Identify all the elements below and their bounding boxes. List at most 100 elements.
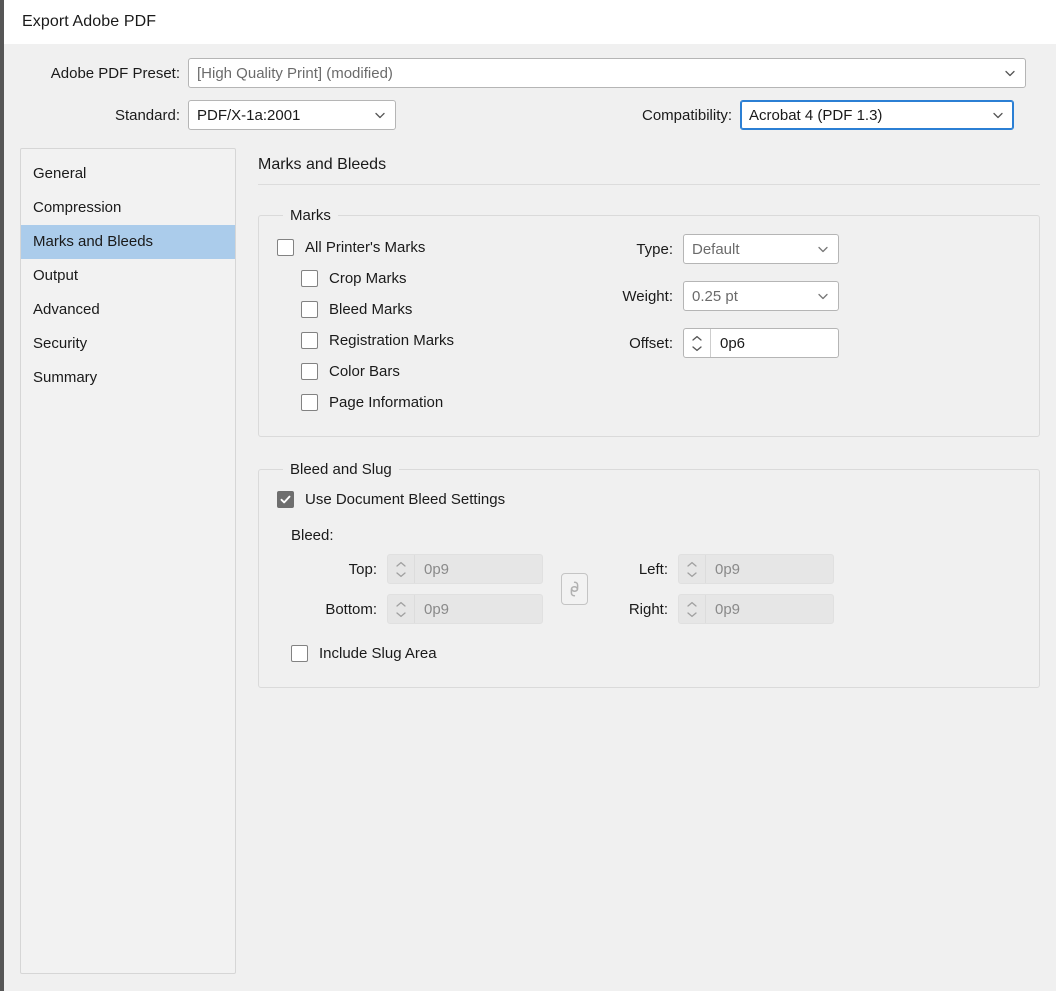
bleed-left-value[interactable]: 0p9 [706, 555, 833, 583]
bleed-right-value[interactable]: 0p9 [706, 595, 833, 623]
sidebar-item-label: Marks and Bleeds [33, 233, 154, 250]
chevron-down-icon [375, 112, 385, 119]
checkbox-registration-marks[interactable] [301, 332, 318, 349]
chevron-down-icon[interactable] [686, 571, 698, 578]
standard-compatibility-row: Standard: PDF/X-1a:2001 Compatibility: A… [20, 100, 1040, 130]
checkbox-all-printers-marks[interactable] [277, 239, 294, 256]
marks-and-bleeds-panel: Marks and Bleeds Marks All Printer's Mar… [236, 148, 1040, 974]
bleed-right-stepper[interactable]: 0p9 [678, 594, 834, 624]
bleed-section-label: Bleed: [291, 527, 334, 544]
checkbox-crop-marks[interactable] [301, 270, 318, 287]
link-chain-button[interactable] [561, 573, 588, 605]
spinner-icon[interactable] [679, 555, 706, 583]
chevron-up-icon[interactable] [686, 601, 698, 608]
sidebar-item-marks-and-bleeds[interactable]: Marks and Bleeds [21, 225, 235, 259]
bleed-and-slug-group: Bleed and Slug Use Document Bleed Settin… [258, 461, 1040, 688]
bleed-link-container [561, 573, 588, 605]
bleed-bottom-stepper[interactable]: 0p9 [387, 594, 543, 624]
checkbox-row-all-printers-marks[interactable]: All Printer's Marks [277, 232, 607, 263]
check-icon [280, 495, 291, 504]
chevron-down-icon[interactable] [691, 345, 703, 352]
bleed-and-slug-legend: Bleed and Slug [290, 461, 392, 478]
sidebar-item-label: Output [33, 267, 79, 284]
bleed-bottom-label: Bottom: [325, 600, 377, 618]
type-dropdown[interactable]: Default [683, 234, 839, 264]
type-label: Type: [636, 240, 673, 258]
chevron-up-icon[interactable] [686, 561, 698, 568]
marks-group-content: All Printer's Marks Crop Marks Bleed Mar… [277, 230, 1021, 418]
checkbox-row-page-information[interactable]: Page Information [277, 387, 607, 418]
link-chain-icon [570, 581, 579, 597]
checkbox-include-slug-area[interactable] [291, 645, 308, 662]
spinner-icon[interactable] [679, 595, 706, 623]
bleed-right-label: Right: [628, 600, 668, 618]
checkbox-label: Page Information [329, 394, 444, 411]
sidebar-item-label: Summary [33, 369, 98, 386]
offset-row: Offset: 0p6 [607, 328, 1021, 358]
offset-stepper[interactable]: 0p6 [683, 328, 839, 358]
bleed-top-stepper[interactable]: 0p9 [387, 554, 543, 584]
bleed-left-stepper[interactable]: 0p9 [678, 554, 834, 584]
bleed-left-column: Top: 0p9 Bottom: 0p9 [291, 554, 543, 624]
checkbox-bleed-marks[interactable] [301, 301, 318, 318]
sidebar-item-label: General [33, 165, 87, 182]
checkbox-label: Use Document Bleed Settings [305, 491, 506, 508]
chevron-down-icon [818, 246, 828, 253]
checkbox-use-document-bleed-settings[interactable] [277, 491, 294, 508]
chevron-down-icon [993, 112, 1003, 119]
checkbox-page-information[interactable] [301, 394, 318, 411]
adobe-pdf-preset-value: [High Quality Print] (modified) [197, 64, 393, 82]
chevron-up-icon[interactable] [395, 601, 407, 608]
checkbox-row-include-slug-area[interactable]: Include Slug Area [291, 638, 1021, 669]
spinner-icon[interactable] [388, 595, 415, 623]
chevron-up-icon[interactable] [691, 335, 703, 342]
checkbox-color-bars[interactable] [301, 363, 318, 380]
checkbox-row-color-bars[interactable]: Color Bars [277, 356, 607, 387]
bleed-right-row: Right: 0p9 [606, 594, 834, 624]
checkbox-label: Include Slug Area [319, 645, 437, 662]
dialog-body: General Compression Marks and Bleeds Out… [4, 142, 1056, 974]
chevron-down-icon[interactable] [395, 611, 407, 618]
standard-value: PDF/X-1a:2001 [197, 106, 301, 124]
preset-label: Adobe PDF Preset: [50, 64, 180, 82]
bleed-bottom-value[interactable]: 0p9 [415, 595, 542, 623]
marks-checkbox-column: All Printer's Marks Crop Marks Bleed Mar… [277, 230, 607, 418]
offset-value[interactable]: 0p6 [711, 329, 838, 357]
weight-dropdown[interactable]: 0.25 pt [683, 281, 839, 311]
checkbox-row-registration-marks[interactable]: Registration Marks [277, 325, 607, 356]
sidebar-item-security[interactable]: Security [21, 327, 235, 361]
spinner-icon[interactable] [388, 555, 415, 583]
checkbox-row-bleed-marks[interactable]: Bleed Marks [277, 294, 607, 325]
sidebar-item-compression[interactable]: Compression [21, 191, 235, 225]
checkbox-row-crop-marks[interactable]: Crop Marks [277, 263, 607, 294]
compatibility-label: Compatibility: [642, 106, 733, 124]
chevron-down-icon[interactable] [395, 571, 407, 578]
panel-divider [258, 184, 1040, 185]
panel-title: Marks and Bleeds [258, 156, 387, 173]
bleed-left-row: Left: 0p9 [606, 554, 834, 584]
type-value: Default [692, 240, 740, 258]
checkbox-label: Registration Marks [329, 332, 455, 349]
chevron-down-icon[interactable] [686, 611, 698, 618]
sidebar-item-advanced[interactable]: Advanced [21, 293, 235, 327]
adobe-pdf-preset-dropdown[interactable]: [High Quality Print] (modified) [188, 58, 1026, 88]
weight-row: Weight: 0.25 pt [607, 281, 1021, 311]
compatibility-value: Acrobat 4 (PDF 1.3) [749, 106, 883, 124]
sidebar-item-output[interactable]: Output [21, 259, 235, 293]
bleed-top-value[interactable]: 0p9 [415, 555, 542, 583]
spinner-icon[interactable] [684, 329, 711, 357]
standard-dropdown[interactable]: PDF/X-1a:2001 [188, 100, 396, 130]
weight-value: 0.25 pt [692, 287, 738, 305]
compatibility-dropdown[interactable]: Acrobat 4 (PDF 1.3) [740, 100, 1015, 130]
checkbox-label: Crop Marks [329, 270, 407, 287]
bleed-fields-grid: Top: 0p9 Bottom: 0p9 Left: 0p9 Right: 0p… [291, 554, 1021, 624]
standard-label: Standard: [114, 106, 180, 124]
checkbox-row-use-document-bleed[interactable]: Use Document Bleed Settings [277, 484, 1021, 515]
marks-group: Marks All Printer's Marks Crop Marks Ble… [258, 207, 1040, 437]
chevron-down-icon [818, 293, 828, 300]
chevron-up-icon[interactable] [395, 561, 407, 568]
category-sidebar[interactable]: General Compression Marks and Bleeds Out… [20, 148, 236, 974]
sidebar-item-general[interactable]: General [21, 157, 235, 191]
sidebar-item-summary[interactable]: Summary [21, 361, 235, 395]
type-row: Type: Default [607, 234, 1021, 264]
